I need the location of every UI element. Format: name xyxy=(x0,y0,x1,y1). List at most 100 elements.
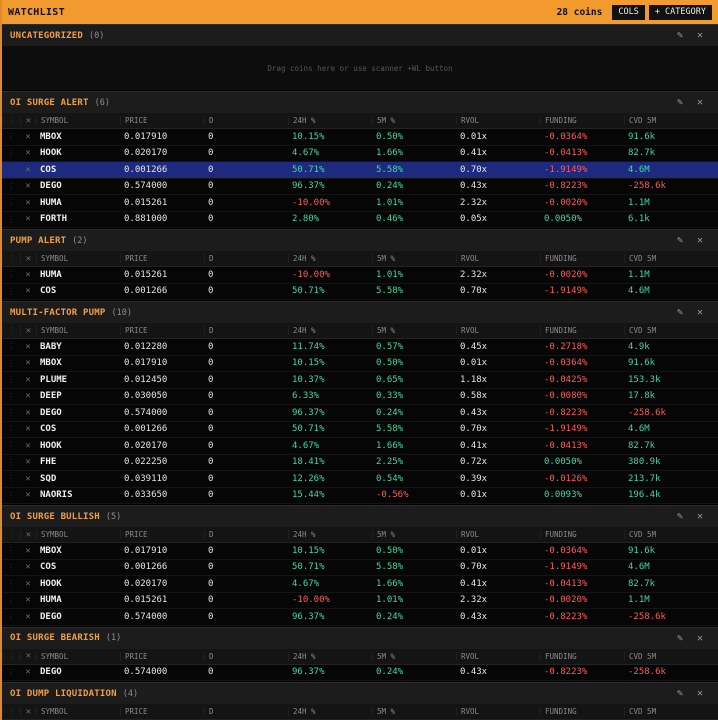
remove-icon[interactable]: ✕ xyxy=(20,286,36,296)
close-icon[interactable]: ✕ xyxy=(690,30,710,41)
remove-icon[interactable]: ✕ xyxy=(20,358,36,368)
table-row[interactable]: ⋮ ✕ DEGO 0.574000 0 96.37% 0.24% 0.43x -0.8223% -… xyxy=(2,609,718,626)
remove-icon[interactable]: ✕ xyxy=(20,441,36,451)
column-header[interactable]: 5M % xyxy=(372,116,456,125)
table-row[interactable]: ⋮ ✕ COS 0.001266 0 50.71% 5.58% 0.70x -1.9149% 4.… xyxy=(2,283,718,300)
drag-handle-icon[interactable]: ⋮ xyxy=(2,215,20,224)
drag-handle-icon[interactable]: ⋮ xyxy=(2,441,20,450)
symbol-cell[interactable]: HOOK xyxy=(36,579,120,589)
remove-icon[interactable]: ✕ xyxy=(20,391,36,401)
column-header[interactable]: 24H % xyxy=(288,116,372,125)
symbol-cell[interactable]: COS xyxy=(36,562,120,572)
symbol-cell[interactable]: HUMA xyxy=(36,595,120,605)
column-header[interactable]: 5M % xyxy=(372,254,456,263)
table-row[interactable]: ⋮ ✕ PLUME 0.012450 0 10.37% 0.65% 1.18x -0.0425%… xyxy=(2,372,718,389)
table-row[interactable]: ⋮ ✕ MBOX 0.017910 0 10.15% 0.50% 0.01x -0.0364% 9… xyxy=(2,355,718,372)
table-row[interactable]: ⋮ ✕ DEGO 0.574000 0 96.37% 0.24% 0.43x -0.8223% -… xyxy=(2,405,718,422)
column-header[interactable]: PRICE xyxy=(120,254,204,263)
symbol-cell[interactable]: FORTH xyxy=(36,214,120,224)
drag-handle-icon[interactable]: ⋮ xyxy=(2,132,20,141)
section-header[interactable]: OI SURGE BULLISH (5) ✎ ✕ xyxy=(2,505,718,527)
symbol-cell[interactable]: DEGO xyxy=(36,408,120,418)
drag-handle-icon[interactable]: ⋮ xyxy=(2,287,20,296)
drag-handle-icon[interactable]: ⋮ xyxy=(2,425,20,434)
remove-icon[interactable]: ✕ xyxy=(20,165,36,175)
drag-handle-icon[interactable]: ⋮ xyxy=(2,392,20,401)
drag-handle-icon[interactable]: ⋮ xyxy=(2,270,20,279)
edit-icon[interactable]: ✎ xyxy=(670,97,690,108)
column-header[interactable]: RVOL xyxy=(456,116,540,125)
remove-icon[interactable]: ✕ xyxy=(20,474,36,484)
drag-handle-icon[interactable]: ⋮ xyxy=(2,182,20,191)
column-header[interactable]: SYMBOL xyxy=(36,116,120,125)
section-header[interactable]: OI SURGE BEARISH (1) ✎ ✕ xyxy=(2,626,718,649)
table-row[interactable]: ⋮ ✕ FORTH 0.881000 0 2.80% 0.46% 0.05x 0.0050% 6.… xyxy=(2,211,718,228)
symbol-cell[interactable]: MBOX xyxy=(36,546,120,556)
symbol-cell[interactable]: MBOX xyxy=(36,132,120,142)
remove-icon[interactable]: ✕ xyxy=(20,562,36,572)
remove-icon[interactable]: ✕ xyxy=(20,667,36,677)
drag-handle-icon[interactable]: ⋮ xyxy=(2,668,20,677)
symbol-cell[interactable]: DEEP xyxy=(36,391,120,401)
section-header[interactable]: UNCATEGORIZED (0) ✎ ✕ xyxy=(2,24,718,46)
column-header[interactable]: D xyxy=(204,707,288,716)
drag-handle-icon[interactable]: ⋮ xyxy=(2,491,20,500)
remove-icon[interactable]: ✕ xyxy=(20,198,36,208)
section-header[interactable]: PUMP ALERT (2) ✎ ✕ xyxy=(2,229,718,251)
column-header[interactable]: PRICE xyxy=(120,707,204,716)
drag-handle-icon[interactable]: ⋮ xyxy=(2,359,20,368)
remove-icon[interactable]: ✕ xyxy=(20,148,36,158)
table-row[interactable]: ⋮ ✕ MBOX 0.017910 0 10.15% 0.50% 0.01x -0.0364% 9… xyxy=(2,129,718,146)
symbol-cell[interactable]: SQD xyxy=(36,474,120,484)
symbol-cell[interactable]: DEGO xyxy=(36,667,120,677)
column-header[interactable]: RVOL xyxy=(456,254,540,263)
column-header[interactable]: CVD 5M xyxy=(624,116,718,125)
symbol-cell[interactable]: PLUME xyxy=(36,375,120,385)
table-row[interactable]: ⋮ ✕ BABY 0.012280 0 11.74% 0.57% 0.45x -0.2718% 4… xyxy=(2,339,718,356)
drag-handle-icon[interactable]: ⋮ xyxy=(2,546,20,555)
remove-icon[interactable]: ✕ xyxy=(20,546,36,556)
edit-icon[interactable]: ✎ xyxy=(670,511,690,522)
column-header[interactable]: D xyxy=(204,530,288,539)
table-row[interactable]: ⋮ ✕ COS 0.001266 0 50.71% 5.58% 0.70x -1.9149% 4.… xyxy=(2,162,718,179)
column-header[interactable]: CVD 5M xyxy=(624,651,718,661)
symbol-cell[interactable]: HOOK xyxy=(36,441,120,451)
table-row[interactable]: ⋮ ✕ DEGO 0.574000 0 96.37% 0.24% 0.43x -0.8223% -… xyxy=(2,664,718,681)
edit-icon[interactable]: ✎ xyxy=(670,307,690,318)
remove-icon[interactable]: ✕ xyxy=(20,490,36,500)
remove-icon[interactable]: ✕ xyxy=(20,342,36,352)
column-header[interactable]: RVOL xyxy=(456,530,540,539)
drag-handle-icon[interactable]: ⋮ xyxy=(2,596,20,605)
remove-icon[interactable]: ✕ xyxy=(20,408,36,418)
table-row[interactable]: ⋮ ✕ COS 0.001266 0 50.71% 5.58% 0.70x -1.9149% 4.… xyxy=(2,421,718,438)
edit-icon[interactable]: ✎ xyxy=(670,633,690,644)
column-header[interactable]: D xyxy=(204,116,288,125)
drag-handle-icon[interactable]: ⋮ xyxy=(2,165,20,174)
remove-icon[interactable]: ✕ xyxy=(20,181,36,191)
drag-handle-icon[interactable]: ⋮ xyxy=(2,612,20,621)
close-icon[interactable]: ✕ xyxy=(690,97,710,108)
column-header[interactable]: SYMBOL xyxy=(36,326,120,335)
column-header[interactable]: FUNDING xyxy=(540,651,624,661)
table-row[interactable]: ⋮ ✕ FHE 0.022250 0 18.41% 2.25% 0.72x 0.0050% 380… xyxy=(2,454,718,471)
column-header[interactable]: 5M % xyxy=(372,651,456,661)
column-header[interactable]: SYMBOL xyxy=(36,254,120,263)
drag-handle-icon[interactable]: ⋮ xyxy=(2,563,20,572)
symbol-cell[interactable]: BABY xyxy=(36,342,120,352)
column-header[interactable]: 5M % xyxy=(372,530,456,539)
column-header[interactable]: PRICE xyxy=(120,116,204,125)
table-row[interactable]: ⋮ ✕ DEGO 0.574000 0 96.37% 0.24% 0.43x -0.8223% -… xyxy=(2,178,718,195)
table-row[interactable]: ⋮ ✕ DEEP 0.030050 0 6.33% 0.33% 0.58x -0.0080% 17… xyxy=(2,388,718,405)
column-header[interactable]: SYMBOL xyxy=(36,651,120,661)
drag-handle-icon[interactable]: ⋮ xyxy=(2,342,20,351)
remove-icon[interactable]: ✕ xyxy=(20,457,36,467)
column-header[interactable]: FUNDING xyxy=(540,326,624,335)
remove-icon[interactable]: ✕ xyxy=(20,424,36,434)
drag-handle-icon[interactable]: ⋮ xyxy=(2,375,20,384)
close-icon[interactable]: ✕ xyxy=(690,688,710,699)
column-header[interactable]: FUNDING xyxy=(540,116,624,125)
column-header[interactable]: 5M % xyxy=(372,707,456,716)
column-header[interactable]: FUNDING xyxy=(540,254,624,263)
edit-icon[interactable]: ✎ xyxy=(670,688,690,699)
table-row[interactable]: ⋮ ✕ HOOK 0.020170 0 4.67% 1.66% 0.41x -0.0413% 82… xyxy=(2,576,718,593)
